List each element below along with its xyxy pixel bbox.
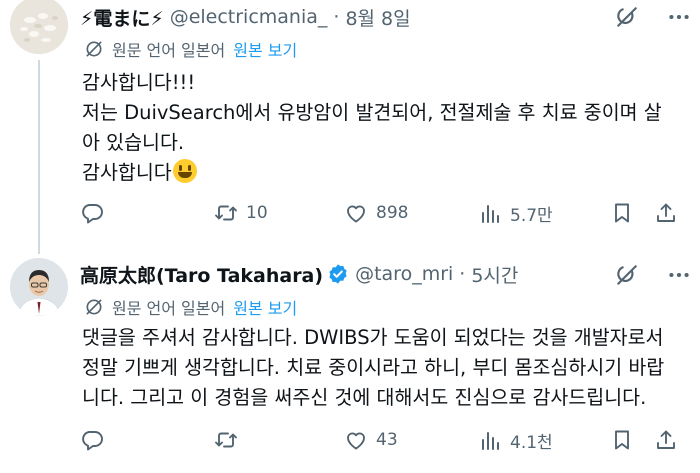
show-original-link[interactable]: 원본 보기	[233, 37, 297, 61]
avatar-image	[10, 0, 68, 54]
view-count: 5.7만	[510, 206, 553, 226]
like-icon	[347, 432, 365, 450]
translate-icon	[86, 41, 102, 57]
share-button[interactable]	[654, 201, 678, 225]
reply-icon	[82, 204, 103, 224]
tweet-actions: 10 898 5.7만	[78, 201, 680, 227]
reply-tweet-taro-takahara[interactable]: 高原太郎(Taro Takahara) @taro_mri · 5시간 원문 언…	[0, 250, 700, 473]
user-handle[interactable]: @electricmania_	[170, 6, 328, 28]
views-icon	[482, 431, 499, 450]
tweet-header: 高原太郎(Taro Takahara) @taro_mri · 5시간	[80, 259, 680, 289]
user-handle[interactable]: @taro_mri	[355, 263, 453, 285]
like-button[interactable]: 898	[344, 201, 408, 225]
translation-notice: 원문 언어 일본어 원본 보기	[84, 295, 297, 319]
tweet-text-line: 아 있습니다.	[82, 131, 185, 154]
header-actions	[614, 262, 692, 288]
views-button[interactable]: 5.7만	[478, 201, 553, 226]
avatar[interactable]	[10, 0, 68, 54]
thread-connector-line	[38, 60, 40, 254]
like-count: 43	[376, 430, 398, 450]
translation-notice: 원문 언어 일본어 원본 보기	[84, 37, 297, 61]
more-icon[interactable]	[666, 4, 692, 30]
grok-icon[interactable]	[614, 4, 640, 30]
tweet-text-line: 댓글을 주셔서 감사합니다. DWIBS가 도움이 되었다는 것을 개발자로서	[82, 326, 664, 349]
share-icon	[657, 430, 675, 449]
tweet-text-line: 정말 기쁘게 생각합니다. 치료 중이시라고 하니, 부디 몸조심하시기 바랍	[82, 356, 665, 379]
translation-language-label: 원문 언어 일본어	[112, 41, 226, 60]
more-icon[interactable]	[666, 262, 692, 288]
bookmark-button[interactable]	[610, 428, 634, 452]
tweet-actions: 43 4.1천	[78, 428, 680, 454]
display-name[interactable]: ⚡電まに⚡	[80, 4, 164, 31]
reply-icon	[82, 431, 103, 451]
tweet-text-line: 저는 DuivSearch에서 유방암이 발견되어, 전절제술 후 치료 중이며…	[82, 101, 662, 124]
repost-button[interactable]: 10	[214, 201, 268, 225]
tweet-text-line-with-emoji: 감사합니다	[82, 158, 678, 188]
views-button[interactable]: 4.1천	[478, 428, 553, 453]
like-button[interactable]: 43	[344, 428, 398, 452]
header-actions	[614, 4, 692, 30]
repost-button[interactable]	[214, 428, 246, 452]
tweet-header: ⚡電まに⚡ @electricmania_ · 8월 8일	[80, 2, 680, 32]
verified-badge-icon[interactable]	[327, 263, 349, 285]
tweet-text-line: 니다. 그리고 이 경험을 써주신 것에 대해서도 진심으로 감사드립니다.	[82, 386, 647, 409]
reply-button[interactable]	[80, 428, 112, 452]
display-name[interactable]: 高原太郎(Taro Takahara)	[80, 261, 323, 288]
separator-dot: ·	[333, 6, 340, 28]
bookmark-button[interactable]	[610, 201, 634, 225]
translation-language-label: 원문 언어 일본어	[112, 299, 226, 318]
grinning-face-emoji-icon	[172, 159, 197, 183]
tweet-text-line: 감사합니다!!!	[82, 71, 196, 94]
views-icon	[482, 204, 499, 223]
repost-icon	[215, 432, 237, 448]
avatar-image	[10, 258, 68, 316]
repost-icon	[215, 205, 237, 221]
tweet-text: 댓글을 주셔서 감사합니다. DWIBS가 도움이 되었다는 것을 개발자로서 …	[82, 323, 678, 413]
timestamp[interactable]: 5시간	[471, 261, 518, 288]
tweet-text: 감사합니다!!! 저는 DuivSearch에서 유방암이 발견되어, 전절제술…	[82, 68, 678, 188]
repost-count: 10	[246, 203, 268, 223]
avatar[interactable]	[10, 258, 68, 316]
like-icon	[347, 205, 365, 223]
reply-tweet-electricmania[interactable]: ⚡電まに⚡ @electricmania_ · 8월 8일 원문 언어 일본어 …	[0, 0, 700, 254]
share-button[interactable]	[654, 428, 678, 452]
tweet-text-line: 감사합니다	[82, 161, 172, 184]
separator-dot: ·	[459, 263, 466, 285]
timestamp[interactable]: 8월 8일	[345, 4, 410, 31]
show-original-link[interactable]: 원본 보기	[233, 295, 297, 319]
share-icon	[657, 203, 675, 222]
reply-button[interactable]	[80, 201, 112, 225]
bookmark-icon	[615, 203, 629, 223]
bookmark-icon	[615, 430, 629, 450]
view-count: 4.1천	[510, 433, 553, 453]
like-count: 898	[376, 203, 409, 223]
translate-icon	[86, 299, 102, 315]
grok-icon[interactable]	[614, 262, 640, 288]
